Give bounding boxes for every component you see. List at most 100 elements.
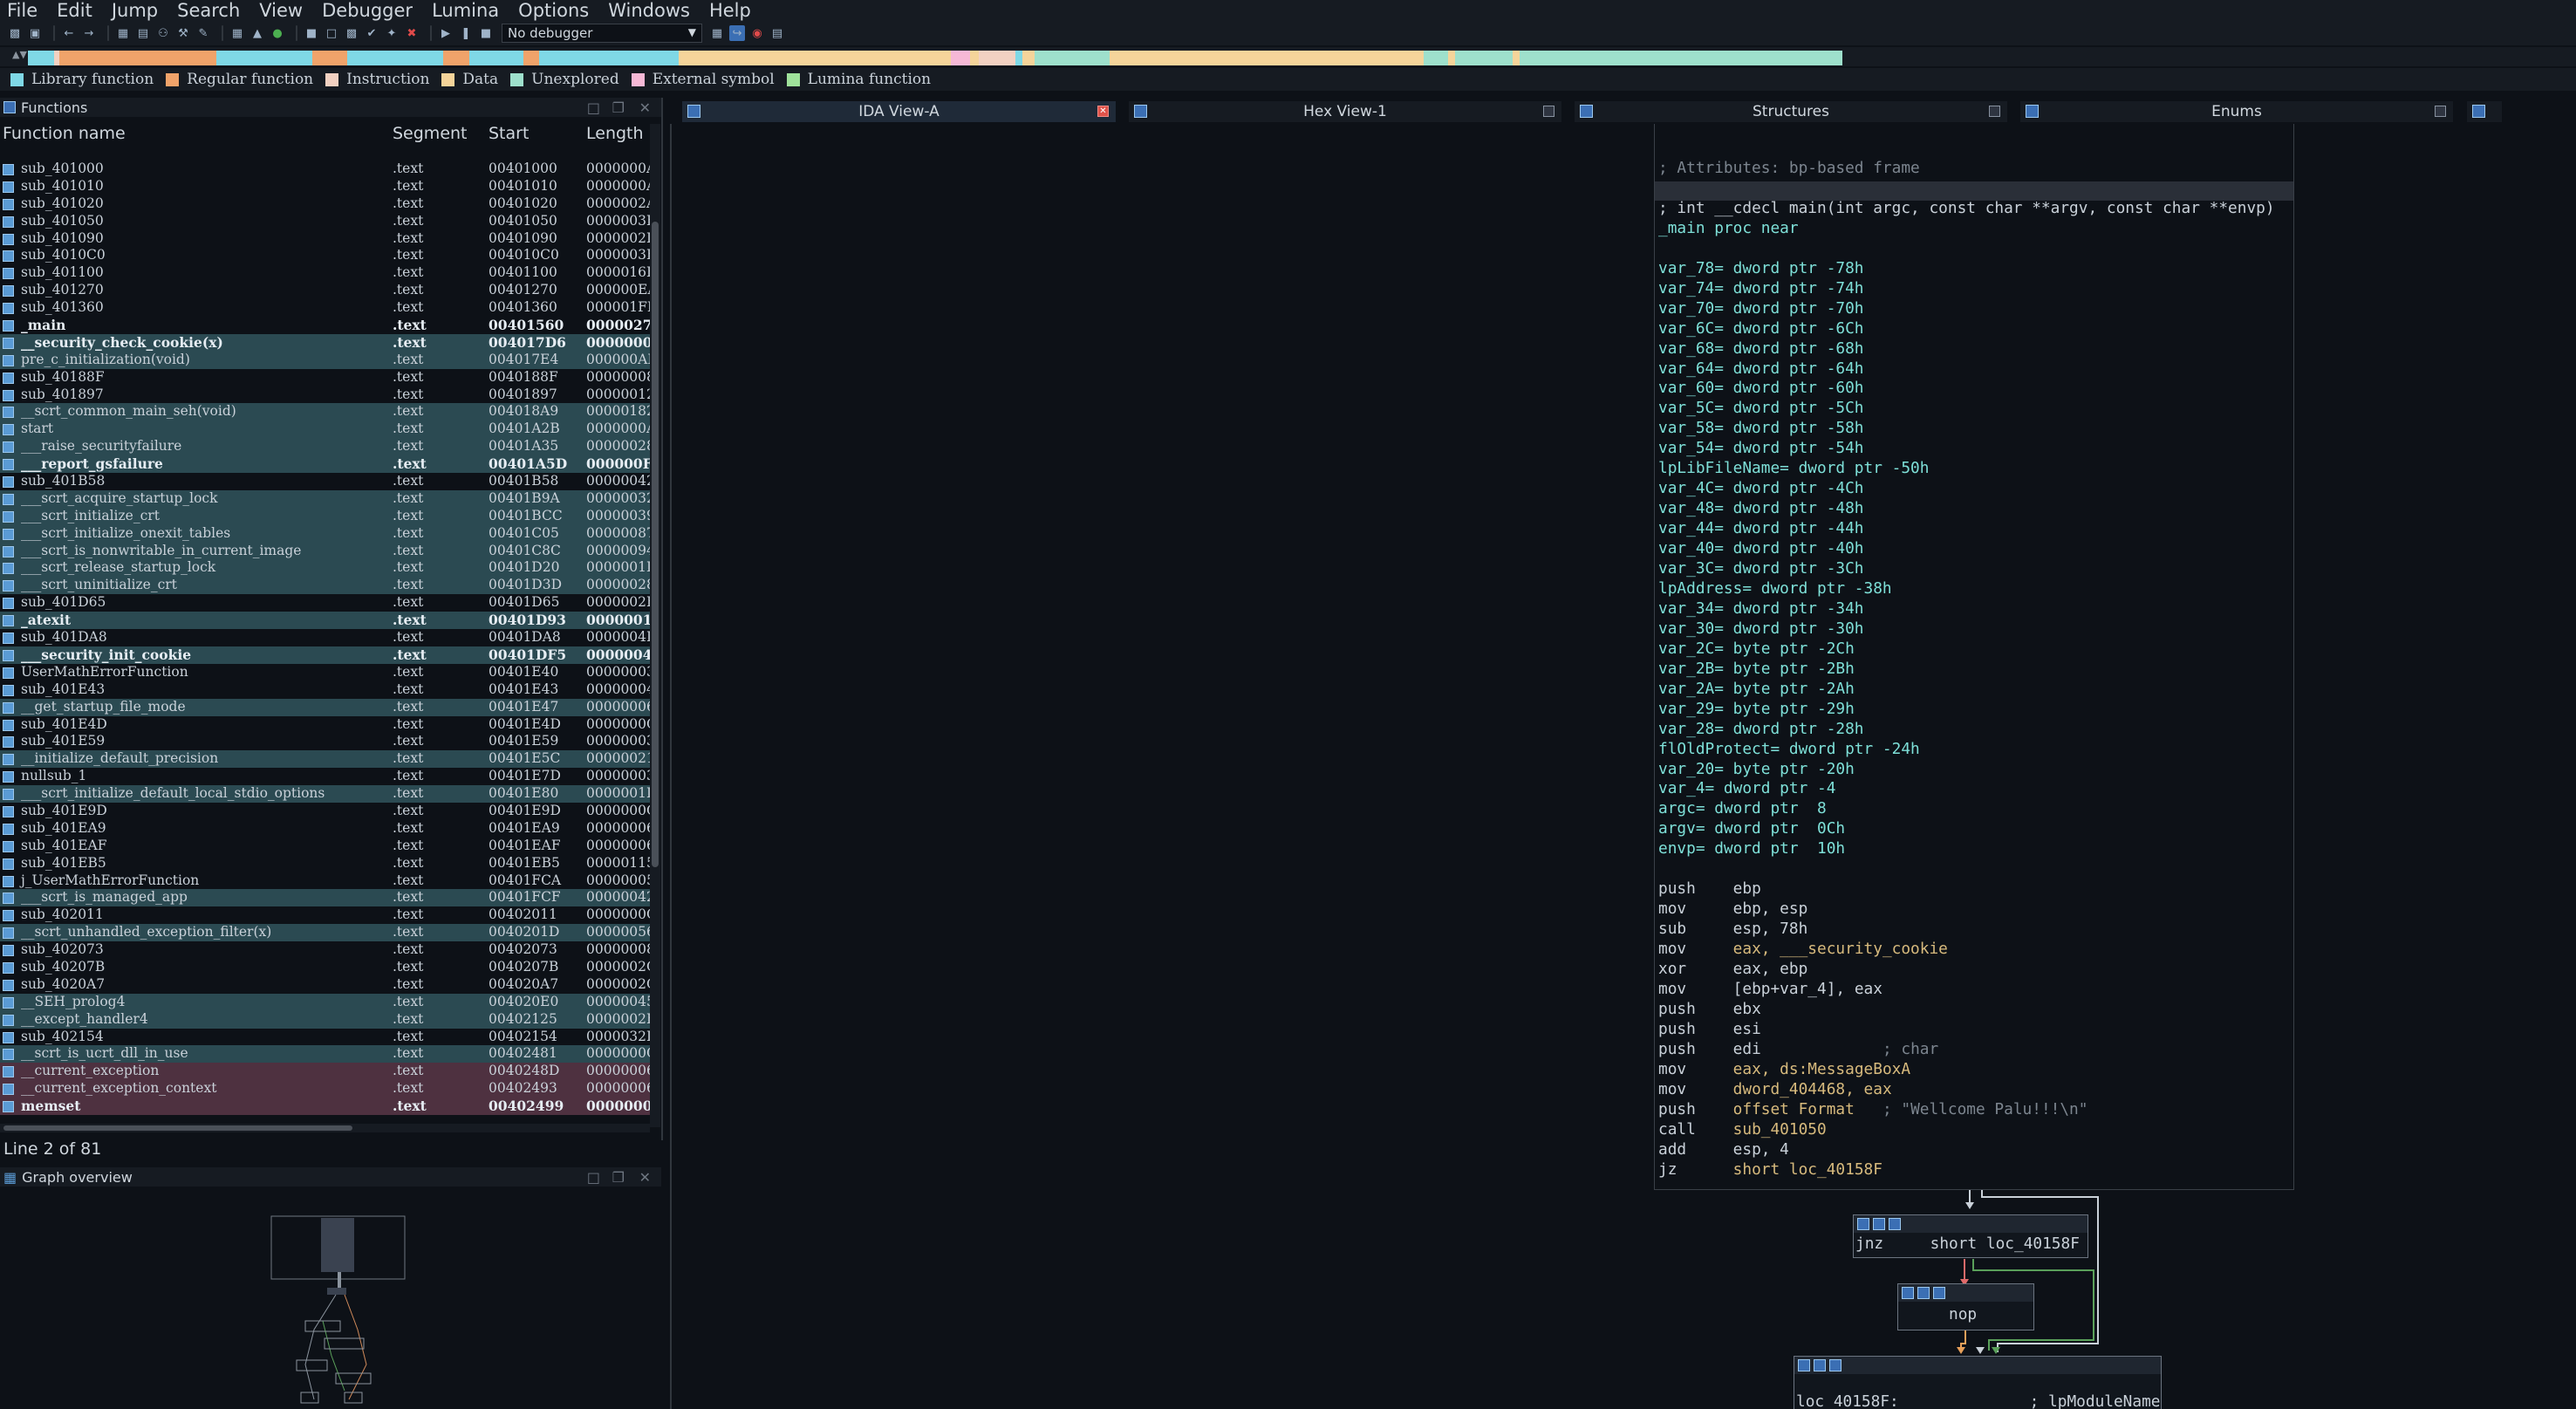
- function-row[interactable]: ___report_gsfailure .text 00401A5D 000000FB: [0, 455, 650, 474]
- function-row[interactable]: memset .text 00402499 00000006: [0, 1098, 650, 1115]
- disasm-line[interactable]: envp= dword ptr 10h: [1658, 839, 1845, 858]
- start-debug-icon[interactable]: ▶: [438, 25, 454, 41]
- function-row[interactable]: sub_401DA8 .text 00401DA8 0000004D: [0, 629, 650, 646]
- function-row[interactable]: sub_4010C0 .text 004010C0 0000003B: [0, 247, 650, 264]
- stop-icon[interactable]: ■: [478, 25, 494, 41]
- function-row[interactable]: _atexit .text 00401D93 00000015: [0, 612, 650, 630]
- disasm-line[interactable]: push ebx: [1658, 1000, 1761, 1019]
- function-icon[interactable]: ●: [270, 25, 285, 41]
- step-icon[interactable]: ↪: [729, 25, 745, 41]
- node-color-icon[interactable]: [1798, 1359, 1810, 1371]
- tab-structures[interactable]: Structures: [1575, 101, 2007, 122]
- navigation-strip[interactable]: [28, 51, 1842, 65]
- restore-icon[interactable]: ❐: [612, 1169, 625, 1186]
- disasm-line[interactable]: var_3C= dword ptr -3Ch: [1658, 559, 1864, 578]
- function-row[interactable]: __initialize_default_precision .text 00401…: [0, 750, 650, 769]
- function-row[interactable]: ___raise_securityfailure .text 00401A35 000…: [0, 438, 650, 456]
- disasm-line[interactable]: add esp, 4: [1658, 1140, 1789, 1159]
- graph-node-nop[interactable]: nop: [1897, 1283, 2034, 1330]
- disasm-line[interactable]: var_74= dword ptr -74h: [1658, 279, 1864, 298]
- node-group-icon[interactable]: [1889, 1218, 1901, 1230]
- disasm-line[interactable]: var_64= dword ptr -64h: [1658, 359, 1864, 379]
- function-row[interactable]: j_UserMathErrorFunction .text 00401FCA 0000…: [0, 872, 650, 890]
- vertical-scrollbar[interactable]: [650, 124, 660, 1127]
- script-icon[interactable]: ✦: [384, 25, 400, 41]
- disasm-line[interactable]: var_30= dword ptr -30h: [1658, 619, 1864, 639]
- col-length[interactable]: Length: [586, 124, 644, 143]
- disasm-line[interactable]: push edi ; char: [1658, 1040, 1938, 1059]
- function-row[interactable]: sub_401D65 .text 00401D65 0000002E: [0, 594, 650, 612]
- function-row[interactable]: sub_402011 .text 00402011 0000000C: [0, 906, 650, 924]
- function-row[interactable]: sub_401270 .text 00401270 000000EA: [0, 282, 650, 299]
- function-row[interactable]: __current_exception_context .text 00402493…: [0, 1080, 650, 1098]
- menu-edit[interactable]: Edit: [57, 0, 92, 21]
- disasm-line[interactable]: mov eax, ds:MessageBoxA: [1658, 1060, 1910, 1079]
- disasm-line[interactable]: xor eax, ebp: [1658, 960, 1807, 979]
- function-row[interactable]: sub_401EB5 .text 00401EB5 00000115: [0, 855, 650, 872]
- disasm-line[interactable]: var_78= dword ptr -78h: [1658, 259, 1864, 278]
- function-row[interactable]: sub_401B58 .text 00401B58 00000042: [0, 473, 650, 490]
- function-row[interactable]: sub_401020 .text 00401020 0000002A: [0, 195, 650, 213]
- node-edit-icon[interactable]: [1814, 1359, 1826, 1371]
- disasm-line[interactable]: jz short loc_40158F: [1658, 1160, 1882, 1180]
- close-icon[interactable]: [1989, 106, 2000, 117]
- function-row[interactable]: __current_exception .text 0040248D 00000006: [0, 1063, 650, 1081]
- float-icon[interactable]: □: [587, 99, 600, 116]
- function-row[interactable]: sub_401E4D .text 00401E4D 0000000C: [0, 716, 650, 734]
- function-row[interactable]: __scrt_unhandled_exception_filter(x) .tex…: [0, 924, 650, 942]
- menu-search[interactable]: Search: [177, 0, 240, 21]
- disasm-line[interactable]: _main proc near: [1658, 219, 1799, 238]
- function-row[interactable]: sub_401050 .text 00401050 0000003B: [0, 213, 650, 230]
- disasm-line[interactable]: var_68= dword ptr -68h: [1658, 339, 1864, 359]
- close-icon[interactable]: [1543, 106, 1554, 117]
- disasm-line[interactable]: var_2A= byte ptr -2Ah: [1658, 680, 1855, 699]
- restore-icon[interactable]: ❐: [612, 99, 625, 116]
- disasm-line[interactable]: push ebp: [1658, 879, 1761, 899]
- disasm-line[interactable]: argv= dword ptr 0Ch: [1658, 819, 1845, 838]
- function-row[interactable]: sub_401E59 .text 00401E59 00000003: [0, 733, 650, 750]
- tree-icon[interactable]: ▤: [135, 25, 151, 41]
- function-row[interactable]: pre_c_initialization(void) .text 004017E4 0…: [0, 351, 650, 369]
- disasm-line[interactable]: var_4= dword ptr -4: [1658, 779, 1835, 798]
- function-row[interactable]: sub_401897 .text 00401897 00000012: [0, 386, 650, 404]
- col-start[interactable]: Start: [489, 124, 529, 143]
- function-row[interactable]: sub_40207B .text 0040207B 0000002C: [0, 959, 650, 976]
- function-row[interactable]: __scrt_common_main_seh(void) .text 004018A…: [0, 403, 650, 421]
- function-row[interactable]: start .text 00401A2B 0000000A: [0, 421, 650, 439]
- disasm-line[interactable]: sub esp, 78h: [1658, 920, 1807, 939]
- binary-search-icon[interactable]: ⚇: [155, 25, 171, 41]
- tab-ida-view-a[interactable]: IDA View-A ✕: [682, 101, 1116, 122]
- disasm-line[interactable]: var_20= byte ptr -20h: [1658, 760, 1855, 779]
- disasm-line[interactable]: mov dword_404468, eax: [1658, 1080, 1892, 1099]
- disasm-line[interactable]: var_60= dword ptr -60h: [1658, 379, 1864, 398]
- save-icon[interactable]: ▣: [27, 25, 43, 41]
- disasm-line[interactable]: var_40= dword ptr -40h: [1658, 539, 1864, 558]
- disasm-line[interactable]: var_5C= dword ptr -5Ch: [1658, 399, 1864, 418]
- disasm-line[interactable]: var_2B= byte ptr -2Bh: [1658, 660, 1855, 679]
- function-row[interactable]: sub_40188F .text 0040188F 00000008: [0, 369, 650, 386]
- disasm-line[interactable]: argc= dword ptr 8: [1658, 799, 1827, 818]
- close-icon[interactable]: [2435, 106, 2446, 117]
- function-row[interactable]: ___scrt_is_nonwritable_in_current_image.…: [0, 542, 650, 560]
- close-icon[interactable]: ✕: [639, 1169, 651, 1186]
- close-icon[interactable]: ✕: [639, 99, 651, 116]
- open-icon[interactable]: ▩: [7, 25, 23, 41]
- pen-icon[interactable]: ✎: [195, 25, 211, 41]
- disasm-line[interactable]: ; Attributes: bp-based frame: [1658, 159, 1920, 178]
- disasm-line[interactable]: lpAddress= dword ptr -38h: [1658, 579, 1892, 598]
- disasm-line[interactable]: var_58= dword ptr -58h: [1658, 419, 1864, 438]
- breakpoint-icon[interactable]: ◉: [749, 25, 765, 41]
- main-function-block[interactable]: ; Attributes: bp-based frame ; int __cdec…: [1654, 124, 2294, 1190]
- disasm-line[interactable]: var_44= dword ptr -44h: [1658, 519, 1864, 538]
- function-row[interactable]: sub_401EA9 .text 00401EA9 00000006: [0, 820, 650, 838]
- function-row[interactable]: sub_401EAF .text 00401EAF 00000006: [0, 838, 650, 855]
- disasm-line[interactable]: var_29= byte ptr -29h: [1658, 700, 1855, 719]
- node-group-icon[interactable]: [1829, 1359, 1841, 1371]
- function-row[interactable]: ___scrt_is_managed_app .text 00401FCF 00000…: [0, 889, 650, 907]
- disasm-line[interactable]: ; int __cdecl main(int argc, const char …: [1658, 199, 2275, 218]
- function-row[interactable]: ___scrt_initialize_crt .text 00401BCC 00000…: [0, 507, 650, 525]
- disasm-line[interactable]: lpLibFileName= dword ptr -50h: [1658, 459, 1929, 478]
- horizontal-scrollbar[interactable]: [0, 1124, 650, 1132]
- disasm-line[interactable]: push offset Format ; "Wellcome Palu!!!\n…: [1658, 1100, 2087, 1119]
- text-search-icon[interactable]: ⚒: [175, 25, 191, 41]
